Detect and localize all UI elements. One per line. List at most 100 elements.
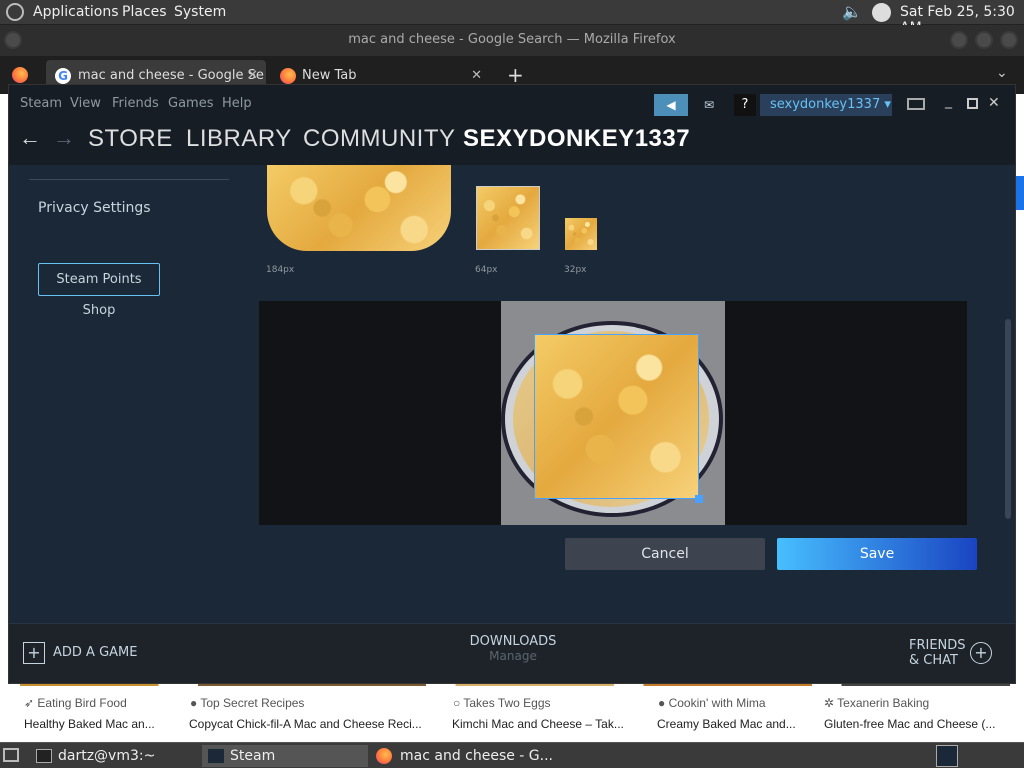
applications-menu[interactable]: Applications <box>33 4 119 20</box>
nav-community[interactable]: COMMUNITY <box>303 125 455 153</box>
top-panel: Applications Places System 🔈 Sat Feb 25,… <box>0 0 1024 36</box>
tab-label: New Tab <box>302 68 357 83</box>
avatar-preview-64 <box>476 186 540 250</box>
system-menu[interactable]: System <box>174 4 226 20</box>
profile-sidebar: Privacy Settings Steam Points Shop <box>9 165 257 623</box>
task-firefox[interactable]: mac and cheese - G... <box>372 745 592 767</box>
scrollbar-thumb[interactable] <box>1005 319 1011 519</box>
plus-icon: + <box>23 642 45 664</box>
size-label-184: 184px <box>266 265 295 275</box>
avatar-editor: 184px 64px 32px Cancel Save <box>257 165 1003 623</box>
big-picture-icon[interactable] <box>907 98 925 110</box>
workspace-switcher[interactable] <box>936 745 958 767</box>
size-label-64: 64px <box>475 265 498 275</box>
result-source[interactable]: ✲ Texanerin Baking <box>824 696 929 710</box>
account-name: sexydonkey1337 <box>770 97 881 112</box>
firefox-tab-icon <box>280 68 296 84</box>
bottom-taskbar: dartz@vm3:~ Steam mac and cheese - G... <box>0 742 1024 768</box>
privacy-settings-link[interactable]: Privacy Settings <box>38 200 151 216</box>
source-label: Cookin' with Mima <box>668 696 766 710</box>
downloads-button[interactable]: DOWNLOADS Manage <box>453 634 573 663</box>
result-source[interactable]: ➶ Eating Bird Food <box>24 696 127 710</box>
google-icon: G <box>55 68 71 84</box>
task-label: Steam <box>230 748 276 764</box>
result-title[interactable]: Copycat Chick-fil-A Mac and Cheese Reci.… <box>189 717 439 731</box>
account-menu[interactable]: sexydonkey1337 ▾ <box>760 94 892 116</box>
tab-label: mac and cheese - Google Se <box>78 68 264 83</box>
result-source[interactable]: ○ Takes Two Eggs <box>453 696 551 710</box>
result-source[interactable]: ● Cookin' with Mima <box>658 696 766 710</box>
avatar-preview-32 <box>565 218 597 250</box>
minimize-steam-icon[interactable]: _ <box>945 93 952 109</box>
sidebar-divider <box>29 179 229 180</box>
crop-handle[interactable] <box>695 495 703 503</box>
result-title[interactable]: Creamy Baked Mac and... <box>657 717 807 731</box>
save-label: Save <box>859 546 895 562</box>
task-steam[interactable]: Steam <box>202 745 368 767</box>
points-shop-label: Steam Points Shop <box>56 272 142 318</box>
terminal-icon <box>36 749 52 763</box>
steam-nav-bar: ← → STORE LIBRARY COMMUNITY SEXYDONKEY13… <box>9 123 1015 165</box>
size-label-32: 32px <box>564 265 587 275</box>
nav-profile[interactable]: SEXYDONKEY1337 <box>463 125 690 153</box>
help-icon[interactable]: ? <box>734 94 756 116</box>
save-button[interactable]: Save <box>777 538 977 570</box>
source-label: Top Secret Recipes <box>200 696 305 710</box>
friends-plus-icon: + <box>970 642 992 664</box>
show-desktop-icon[interactable] <box>3 748 19 762</box>
search-results-row: ➶ Eating Bird Food Healthy Baked Mac an.… <box>0 686 1024 742</box>
notifications-icon[interactable]: ✉ <box>698 94 720 116</box>
source-label: Texanerin Baking <box>837 696 930 710</box>
source-label: Takes Two Eggs <box>463 696 551 710</box>
firefox-title-bar: mac and cheese - Google Search — Mozilla… <box>0 25 1024 56</box>
menu-friends[interactable]: Friends <box>112 96 159 111</box>
scrollbar[interactable] <box>1003 165 1015 623</box>
window-title: mac and cheese - Google Search — Mozilla… <box>348 32 676 47</box>
announcements-icon[interactable]: ◀ <box>654 94 688 116</box>
list-tabs-icon[interactable]: ⌄ <box>996 65 1008 81</box>
task-terminal[interactable]: dartz@vm3:~ <box>30 745 200 767</box>
crop-selection[interactable] <box>534 334 703 503</box>
menu-view[interactable]: View <box>70 96 101 111</box>
gnome-foot-icon[interactable] <box>6 3 24 21</box>
close-window-button[interactable] <box>1000 31 1018 49</box>
avatar-preview-184 <box>267 165 451 251</box>
result-title[interactable]: Healthy Baked Mac an... <box>24 717 174 731</box>
task-label: mac and cheese - G... <box>400 748 554 764</box>
nav-store[interactable]: STORE <box>88 125 173 153</box>
cancel-label: Cancel <box>641 546 689 562</box>
places-menu[interactable]: Places <box>122 4 167 20</box>
menu-steam[interactable]: Steam <box>20 96 62 111</box>
maximize-window-button[interactable] <box>975 31 993 49</box>
window-menu-button[interactable] <box>4 31 22 49</box>
result-title[interactable]: Kimchi Mac and Cheese – Tak... <box>452 717 642 731</box>
steam-menu-bar: Steam View Friends Games Help ◀ ✉ ? sexy… <box>9 85 1015 123</box>
menu-help[interactable]: Help <box>222 96 252 111</box>
volume-icon[interactable]: 🔈 <box>842 2 862 21</box>
result-title[interactable]: Gluten-free Mac and Cheese (... <box>824 717 1014 731</box>
steam-window: Steam View Friends Games Help ◀ ✉ ? sexy… <box>8 84 1016 684</box>
steam-footer: + ADD A GAME DOWNLOADS Manage FRIENDS & … <box>9 623 1015 683</box>
close-steam-icon[interactable]: ✕ <box>988 95 1000 111</box>
nav-library[interactable]: LIBRARY <box>186 125 292 153</box>
minimize-window-button[interactable] <box>950 31 968 49</box>
forward-arrow-icon[interactable]: → <box>53 125 76 151</box>
crop-area <box>259 301 967 525</box>
back-arrow-icon[interactable]: ← <box>19 125 42 151</box>
cancel-button[interactable]: Cancel <box>565 538 765 570</box>
firefox-task-icon <box>376 748 392 764</box>
firefox-icon[interactable] <box>12 67 28 83</box>
task-label: dartz@vm3:~ <box>58 748 156 764</box>
steam-task-icon <box>208 749 224 763</box>
friends-chat-button[interactable]: FRIENDS & CHAT + <box>909 638 999 672</box>
page-edge-badge <box>1016 176 1024 210</box>
downloads-label: DOWNLOADS <box>469 634 557 649</box>
result-source[interactable]: ● Top Secret Recipes <box>190 696 304 710</box>
menu-games[interactable]: Games <box>168 96 213 111</box>
maximize-steam-icon[interactable] <box>967 98 978 109</box>
add-game-label: ADD A GAME <box>53 645 138 660</box>
manage-label: Manage <box>489 649 537 663</box>
steam-tray-icon[interactable] <box>872 3 891 22</box>
add-game-button[interactable]: + ADD A GAME <box>23 642 137 666</box>
steam-points-shop-button[interactable]: Steam Points Shop <box>38 263 160 318</box>
